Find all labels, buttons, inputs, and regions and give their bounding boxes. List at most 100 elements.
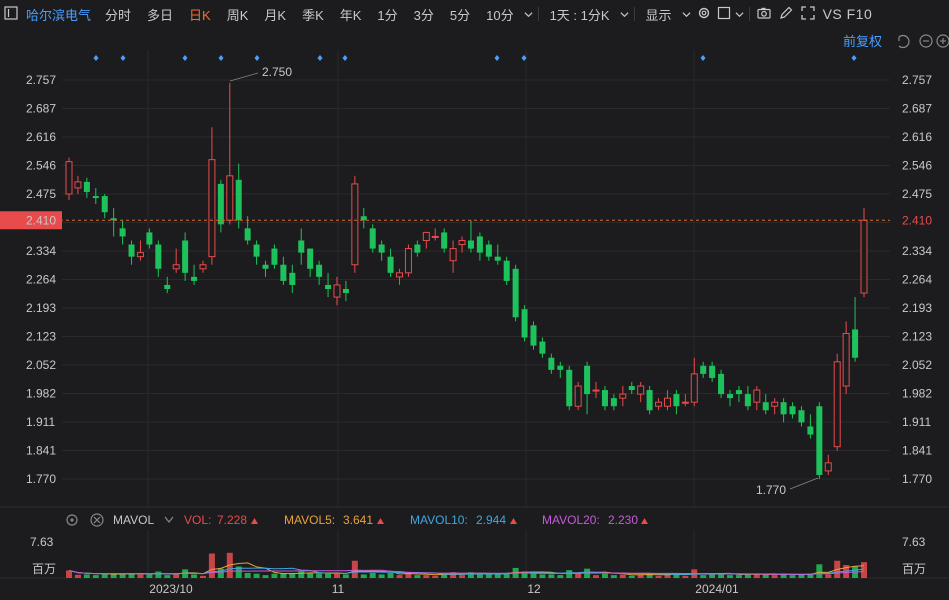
- x-tick-label: 2024/01: [695, 582, 739, 596]
- volume-bar: [262, 575, 269, 578]
- candle-body: [718, 373, 725, 395]
- mavol20-label: MAVOL20:: [542, 513, 600, 527]
- candle-body: [172, 264, 180, 270]
- y-tick-right: 2.264: [902, 273, 932, 287]
- candle-body: [548, 357, 555, 370]
- y-tick-left: 2.616: [26, 130, 56, 144]
- volume-bar: [494, 574, 501, 578]
- volume-bar: [682, 575, 689, 578]
- y-tick-right: 2.757: [902, 73, 932, 87]
- candle-body: [485, 244, 492, 257]
- y-tick-left: 2.052: [26, 358, 56, 372]
- candle-body: [441, 232, 448, 249]
- volume-bar: [155, 571, 162, 578]
- candle-body: [378, 244, 385, 253]
- volume-bar: [816, 564, 823, 578]
- volume-bar: [298, 571, 305, 578]
- candle-body: [155, 244, 162, 269]
- candle-body: [342, 289, 349, 294]
- candle-body: [404, 248, 412, 274]
- current-price-label-right: 2.410: [902, 213, 932, 227]
- candle-body: [253, 244, 260, 257]
- y-tick-left: 2.193: [26, 301, 56, 315]
- mavol5-label: MAVOL5:: [284, 513, 335, 527]
- volume-unit-right: 百万: [902, 562, 926, 576]
- y-tick-right: 2.334: [902, 244, 932, 258]
- candle-body: [557, 365, 564, 370]
- y-tick-left: 2.123: [26, 330, 56, 344]
- vol-label: VOL:: [184, 513, 211, 527]
- volume-bar: [271, 573, 278, 578]
- volume-max-left: 7.63: [30, 535, 54, 549]
- candle-body: [333, 284, 341, 298]
- max-annotation: 2.750: [262, 65, 292, 79]
- volume-bar: [762, 574, 769, 578]
- y-tick-right: 1.911: [902, 415, 931, 429]
- mavol20-value: 2.230: [608, 513, 638, 527]
- volume-bar: [369, 572, 376, 578]
- volume-bar: [360, 574, 367, 578]
- kline-chart[interactable]: 2.757 2.687 2.616 2.546 2.475 2.334 2.264 2.193…: [0, 0, 949, 600]
- candle-body: [226, 175, 234, 221]
- candle-body: [191, 276, 198, 281]
- candle-body: [780, 402, 787, 415]
- candle-body: [136, 252, 144, 258]
- candle-body: [637, 385, 645, 395]
- volume-bar: [191, 574, 198, 578]
- y-tick-right: 2.123: [902, 330, 932, 344]
- volume-bar: [700, 575, 707, 578]
- candle-body: [709, 365, 716, 378]
- candle-body: [852, 329, 859, 358]
- candle-body: [673, 394, 680, 407]
- candle-body: [65, 161, 73, 195]
- volume-bar: [92, 575, 99, 578]
- candle-body: [431, 235, 439, 238]
- candle-body: [512, 268, 519, 318]
- candle-body: [387, 256, 394, 273]
- y-tick-left: 1.911: [26, 415, 55, 429]
- volume-bar: [825, 574, 832, 578]
- indicator-name[interactable]: MAVOL: [113, 513, 154, 527]
- x-tick-label: 2023/10: [149, 582, 193, 596]
- mavol10-label: MAVOL10:: [410, 513, 468, 527]
- candle-body: [833, 361, 841, 448]
- candle-body: [663, 397, 671, 407]
- volume-bar: [146, 574, 153, 578]
- volume-bar: [164, 575, 171, 578]
- restore-label[interactable]: 前复权: [843, 34, 882, 49]
- mavol5-value: 3.641: [343, 513, 373, 527]
- volume-bar: [74, 574, 81, 578]
- y-tick-left: 2.475: [26, 187, 56, 201]
- candle-body: [700, 365, 707, 374]
- y-axis-right: 2.757 2.687 2.616 2.546 2.475 2.334 2.264 2.193…: [902, 73, 932, 486]
- candle-body: [235, 179, 242, 221]
- x-tick-label: 11: [332, 582, 345, 596]
- candle-body: [744, 394, 751, 407]
- volume-bar: [628, 575, 635, 578]
- volume-bar: [789, 575, 796, 578]
- volume-bar: [601, 573, 608, 578]
- volume-bar: [387, 572, 394, 578]
- volume-bar: [566, 570, 573, 578]
- mavol10-value: 2.944: [476, 513, 506, 527]
- candle-body: [842, 332, 850, 387]
- volume-bar: [342, 574, 349, 578]
- candle-body: [74, 181, 82, 189]
- volume-bar: [548, 574, 555, 578]
- volume-bar: [432, 575, 439, 578]
- candle-body: [271, 248, 278, 265]
- candle-body: [325, 284, 332, 289]
- volume-max-right: 7.63: [902, 535, 926, 549]
- candle-body: [566, 369, 573, 407]
- volume-bar: [396, 575, 403, 578]
- candle-body: [449, 248, 457, 262]
- candle-body: [601, 390, 608, 407]
- volume-bar: [619, 574, 626, 578]
- candle-body: [646, 390, 653, 411]
- candle-body: [467, 240, 474, 249]
- candle-body: [164, 284, 171, 289]
- candle-body: [727, 394, 734, 399]
- candle-body: [396, 272, 404, 278]
- volume-bar: [539, 574, 546, 578]
- y-tick-right: 1.982: [902, 387, 932, 401]
